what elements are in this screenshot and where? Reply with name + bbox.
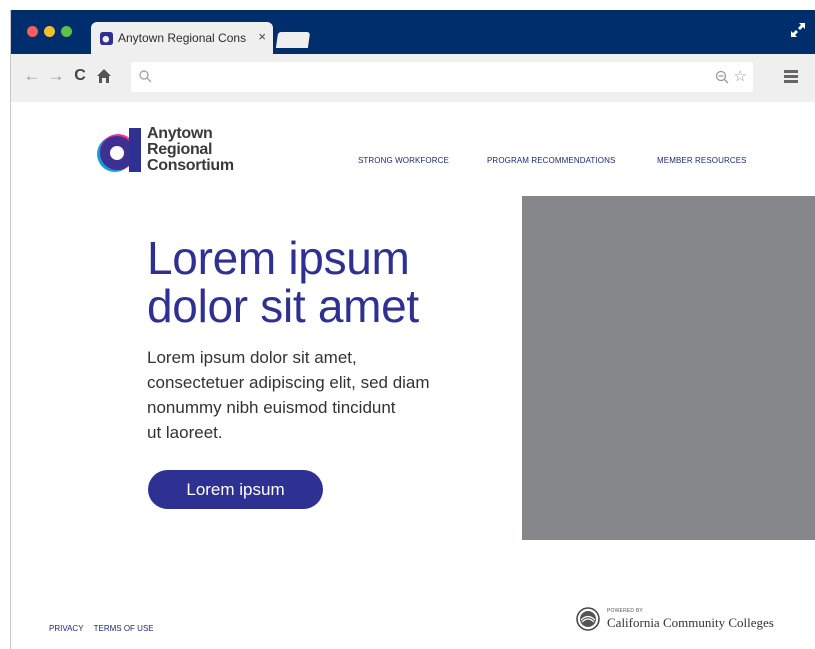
ccc-seal-icon [576, 607, 600, 631]
home-icon[interactable] [95, 67, 113, 85]
hero-image-placeholder [522, 196, 815, 540]
nav-member-resources[interactable]: MEMBER RESOURCES [657, 156, 747, 165]
browser-toolbar: ← → C ☆ [11, 54, 815, 102]
ccc-name[interactable]: California Community Colleges [607, 615, 774, 631]
favicon-icon [100, 32, 113, 45]
new-tab-button[interactable] [275, 32, 311, 48]
zoom-icon[interactable] [715, 70, 729, 84]
body-line-4: ut laoreet. [147, 423, 223, 442]
browser-menu-icon[interactable] [784, 70, 798, 84]
tab-close-icon[interactable]: × [258, 29, 266, 44]
footer-links: PRIVACY TERMS OF USE [49, 624, 162, 633]
browser-titlebar: Anytown Regional Cons × [11, 10, 815, 54]
maximize-window-button[interactable] [61, 26, 72, 37]
forward-arrow-icon[interactable]: → [47, 67, 65, 85]
search-icon [139, 70, 152, 83]
fullscreen-icon[interactable] [790, 22, 806, 38]
browser-tab-active[interactable]: Anytown Regional Cons × [91, 22, 273, 54]
body-line-3: nonummy nibh euismod tincidunt [147, 398, 396, 417]
hero-headline: Lorem ipsum dolor sit amet [147, 234, 419, 330]
brand-name[interactable]: Anytown Regional Consortium [147, 126, 234, 174]
reload-icon[interactable]: C [71, 67, 89, 85]
close-window-button[interactable] [27, 26, 38, 37]
minimize-window-button[interactable] [44, 26, 55, 37]
body-line-1: Lorem ipsum dolor sit amet, [147, 348, 357, 367]
browser-window: Anytown Regional Cons × ← → C ☆ Anytown … [10, 10, 815, 649]
bookmark-star-icon[interactable]: ☆ [734, 67, 747, 85]
back-arrow-icon[interactable]: ← [23, 67, 41, 85]
tab-title: Anytown Regional Cons [118, 31, 247, 45]
brand-line-2: Regional [147, 141, 213, 158]
terms-of-use-link[interactable]: TERMS OF USE [94, 624, 154, 633]
hero-body-text: Lorem ipsum dolor sit amet, consectetuer… [147, 345, 477, 445]
headline-line-1: Lorem ipsum [147, 232, 410, 284]
brand-line-1: Anytown [147, 125, 213, 142]
headline-line-2: dolor sit amet [147, 280, 419, 332]
consortium-logo-icon[interactable] [95, 124, 143, 176]
brand-line-3: Consortium [147, 157, 234, 174]
powered-by-label: POWERED BY [607, 608, 643, 614]
body-line-2: consectetuer adipiscing elit, sed diam [147, 373, 430, 392]
privacy-link[interactable]: PRIVACY [49, 624, 84, 633]
web-page: Anytown Regional Consortium STRONG WORKF… [11, 102, 815, 649]
address-bar[interactable]: ☆ [131, 62, 753, 92]
cta-button[interactable]: Lorem ipsum [148, 470, 323, 509]
nav-program-recommendations[interactable]: PROGRAM RECOMMENDATIONS [487, 156, 615, 165]
nav-strong-workforce[interactable]: STRONG WORKFORCE [358, 156, 449, 165]
